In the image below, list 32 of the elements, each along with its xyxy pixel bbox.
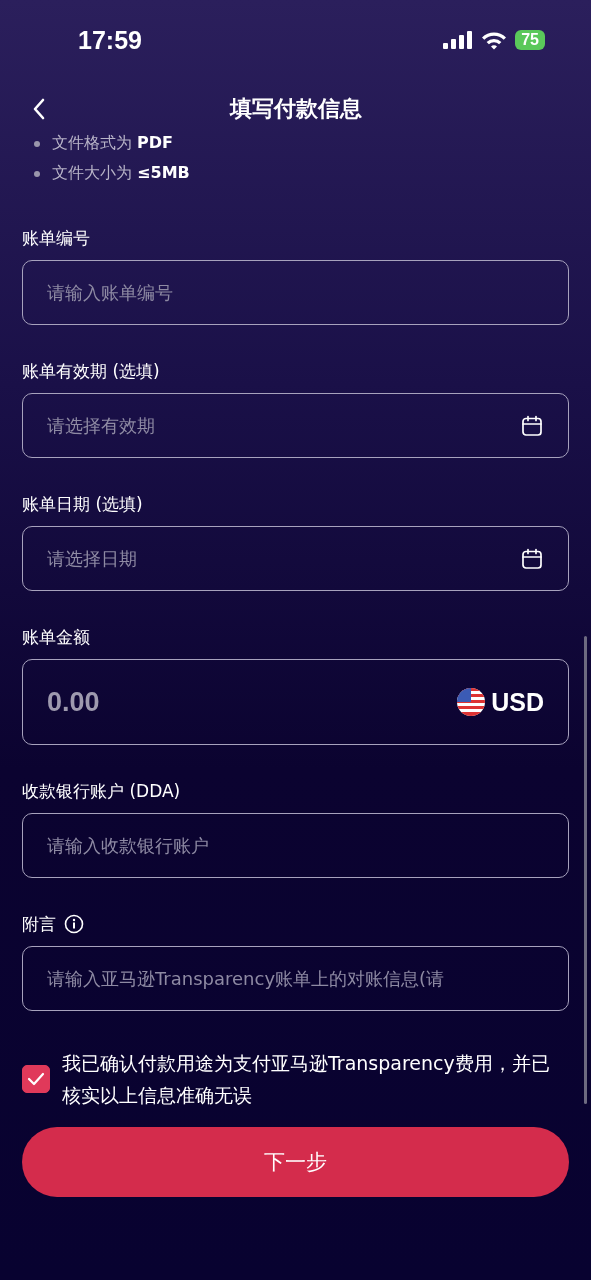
field-label: 账单金额	[22, 625, 90, 649]
bullet-icon	[34, 170, 40, 177]
field-label: 账单有效期 (选填)	[22, 359, 160, 383]
info-icon[interactable]	[64, 914, 84, 934]
input-field[interactable]: 请输入收款银行账户	[22, 813, 569, 878]
confirm-text: 我已确认付款用途为支付亚马逊Transparency费用，并已核实以上信息准确无误	[62, 1051, 551, 1108]
signal-icon	[443, 31, 474, 49]
check-icon	[27, 1072, 45, 1086]
amount-placeholder: 0.00	[47, 686, 100, 718]
field-label: 账单日期 (选填)	[22, 492, 143, 516]
input-field[interactable]: 请选择日期	[22, 526, 569, 591]
amount-field[interactable]: 0.00 USD	[22, 659, 569, 745]
currency-code[interactable]: USD	[491, 687, 544, 717]
wifi-icon	[481, 30, 508, 50]
back-icon[interactable]	[32, 98, 46, 120]
requirement-text: 文件格式为 PDF	[52, 133, 174, 154]
page-title: 填写付款信息	[229, 95, 362, 123]
input-field[interactable]: 请输入账单编号	[22, 260, 569, 325]
calendar-icon[interactable]	[520, 413, 544, 438]
input-field[interactable]: 请输入亚马逊Transparency账单上的对账信息(请	[22, 946, 569, 1011]
battery-indicator: 75	[515, 30, 545, 50]
field-label: 附言	[22, 912, 56, 936]
next-button[interactable]: 下一步	[22, 1127, 569, 1197]
bullet-icon	[34, 140, 40, 147]
confirm-checkbox[interactable]	[22, 1065, 50, 1093]
field-label: 账单编号	[22, 226, 90, 250]
status-time: 17:59	[78, 25, 142, 55]
flag-icon	[457, 688, 486, 716]
field-label: 收款银行账户 (DDA)	[22, 779, 181, 803]
requirement-text: 文件大小为 ≤5MB	[52, 163, 190, 184]
input-field[interactable]: 请选择有效期	[22, 393, 569, 458]
calendar-icon[interactable]	[520, 546, 544, 571]
